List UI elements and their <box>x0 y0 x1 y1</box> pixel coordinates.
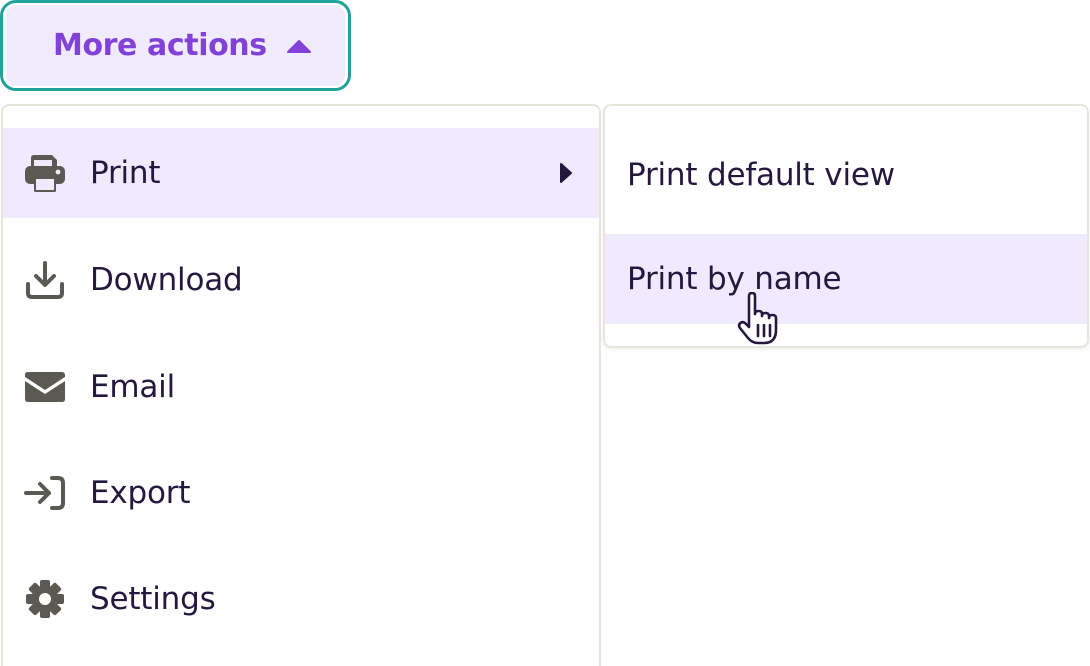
menu-item-label: Email <box>90 369 176 405</box>
caret-up-icon <box>285 38 313 54</box>
menu-item-label: Download <box>90 262 243 298</box>
printer-icon <box>23 151 67 195</box>
submenu-item-label: Print by name <box>627 261 842 297</box>
submenu-item-print-by-name[interactable]: Print by name <box>605 234 1087 324</box>
menu-item-email[interactable]: Email <box>3 342 599 432</box>
gear-icon <box>23 577 67 621</box>
menu-item-download[interactable]: Download <box>3 235 599 325</box>
submenu-item-label: Print default view <box>627 157 895 193</box>
submenu-item-print-default-view[interactable]: Print default view <box>605 130 1087 220</box>
actions-menu: Print Download Email Export Settings <box>1 104 601 666</box>
envelope-icon <box>23 365 67 409</box>
menu-item-label: Print <box>90 155 161 191</box>
caret-right-icon <box>557 161 575 185</box>
sign-in-icon <box>23 471 67 515</box>
more-actions-label: More actions <box>53 28 267 63</box>
menu-item-settings[interactable]: Settings <box>3 554 599 644</box>
menu-item-label: Export <box>90 475 191 511</box>
menu-item-print[interactable]: Print <box>3 128 599 218</box>
more-actions-button[interactable]: More actions <box>6 5 345 86</box>
print-submenu: Print default view Print by name <box>603 104 1089 348</box>
menu-item-export[interactable]: Export <box>3 448 599 538</box>
more-actions-menu-stage: More actions Print Download Email Export… <box>0 0 1090 666</box>
download-icon <box>23 258 67 302</box>
menu-item-label: Settings <box>90 581 216 617</box>
